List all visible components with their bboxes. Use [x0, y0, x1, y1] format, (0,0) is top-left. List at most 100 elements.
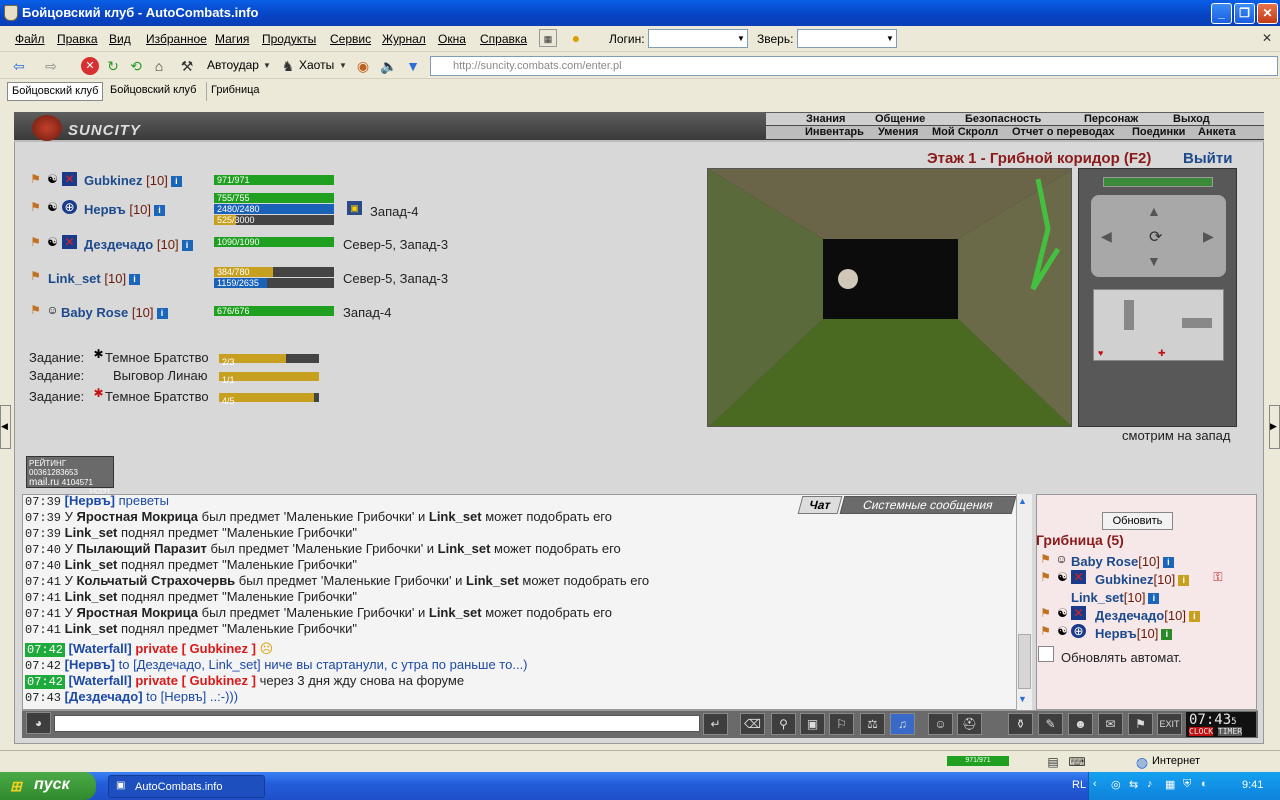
tray-volume-icon[interactable]: ♪	[1147, 778, 1153, 790]
room-user[interactable]: Дездечадо[10] i	[1095, 608, 1200, 623]
party-member-name[interactable]: Gubkinez [10] i	[84, 173, 182, 188]
taskbar-app[interactable]: ▣ AutoCombats.info	[108, 775, 265, 798]
refresh-button[interactable]: Обновить	[1102, 512, 1173, 530]
haoty-button[interactable]: Хаоты	[299, 58, 334, 72]
close-button[interactable]: ✕	[1257, 3, 1278, 24]
nav-security[interactable]: Безопасность	[965, 113, 1041, 125]
room-user[interactable]: Link_set[10] i	[1071, 590, 1160, 605]
eye-icon[interactable]: ◉	[354, 57, 372, 75]
walk-icon[interactable]: ⚐	[829, 713, 854, 735]
filter-icon[interactable]: ⚲	[771, 713, 796, 735]
tab-club[interactable]: Бойцовский клуб	[106, 82, 200, 101]
smile-icon[interactable]: ☺	[928, 713, 953, 735]
info-icon[interactable]: i	[181, 240, 193, 252]
minimize-button[interactable]: _	[1211, 3, 1232, 24]
quest-name[interactable]: Темное Братство	[105, 350, 209, 365]
helmet-icon[interactable]: ⛑	[957, 713, 982, 735]
sound-icon[interactable]: 🔈	[380, 57, 398, 75]
tray-app-icon[interactable]: ▦	[1165, 778, 1175, 791]
start-button[interactable]: ⊞ пуск	[0, 772, 96, 800]
party-member-name[interactable]: Baby Rose [10] i	[61, 305, 168, 320]
menu-file[interactable]: Файл	[15, 32, 45, 46]
tab-chat[interactable]: Чат	[797, 496, 843, 514]
bag-icon[interactable]: ⚱	[1008, 713, 1033, 735]
party-member-name[interactable]: Дездечадо [10] i	[84, 237, 193, 252]
scroll-down-icon[interactable]: ▼	[1018, 694, 1027, 704]
close-icon[interactable]: ✕	[1258, 29, 1276, 47]
info-icon[interactable]: i	[154, 205, 166, 217]
exit-link[interactable]: Выйти	[1183, 150, 1232, 167]
nav-transfers[interactable]: Отчет о переводах	[1012, 126, 1115, 138]
turn-right-icon[interactable]: ▶	[1203, 228, 1214, 245]
nav-skills[interactable]: Умения	[878, 126, 918, 138]
back-icon[interactable]: ⇦	[10, 57, 28, 75]
menu-journal[interactable]: Журнал	[382, 32, 426, 46]
flag-icon[interactable]: ⚑	[1128, 713, 1153, 735]
menu-favorites[interactable]: Избранное	[146, 32, 207, 46]
room-user[interactable]: Baby Rose[10] i	[1071, 554, 1174, 569]
filter-icon[interactable]: ▼	[404, 57, 422, 75]
scroll-icon[interactable]: ✎	[1038, 713, 1063, 735]
dungeon-view[interactable]	[707, 168, 1072, 427]
chat-author[interactable]: [Нервъ]	[65, 657, 115, 672]
room-user[interactable]: Нервъ[10] i	[1095, 626, 1173, 641]
exit-icon[interactable]: EXIT	[1157, 713, 1182, 735]
tab-gribnica[interactable]: Грибница	[206, 82, 264, 101]
chat-author[interactable]: [Waterfall]	[69, 673, 132, 688]
info-icon[interactable]: i	[170, 176, 182, 188]
maximize-button[interactable]: ❐	[1234, 3, 1255, 24]
save-icon[interactable]: ▣	[800, 713, 825, 735]
nav-inventory[interactable]: Инвентарь	[805, 126, 864, 138]
gift-icon[interactable]: ✉	[1098, 713, 1123, 735]
info-icon[interactable]: i	[1188, 611, 1200, 623]
info-icon[interactable]: i	[1148, 593, 1160, 605]
lang-indicator[interactable]: RL	[1072, 779, 1086, 791]
tray-shield-icon[interactable]: ⛨	[1183, 778, 1191, 791]
scroll-up-icon[interactable]: ▲	[1018, 496, 1027, 506]
info-icon[interactable]: i	[129, 274, 141, 286]
mask-icon[interactable]: ☻	[1068, 713, 1093, 735]
menu-edit[interactable]: Правка	[57, 32, 98, 46]
menu-service[interactable]: Сервис	[330, 32, 371, 46]
login-select[interactable]: ▼	[648, 29, 748, 48]
turn-left-icon[interactable]: ◀	[1101, 228, 1112, 245]
tray-messenger-icon[interactable]: ◎	[1111, 778, 1121, 791]
refresh-icon[interactable]: ⟳	[1149, 227, 1162, 247]
nav-communication[interactable]: Общение	[875, 113, 925, 125]
send-icon[interactable]: ↵	[703, 713, 728, 735]
tray-network-icon[interactable]: ⇆	[1129, 778, 1138, 791]
party-member-name[interactable]: Link_set [10] i	[48, 271, 141, 286]
menu-windows[interactable]: Окна	[438, 32, 466, 46]
bag-icon[interactable]: ▦	[539, 29, 557, 47]
autoudar-button[interactable]: Автоудар	[207, 58, 259, 72]
tools-icon[interactable]: ⚒	[178, 57, 196, 75]
nav-profile[interactable]: Анкета	[1198, 126, 1236, 138]
quest-name[interactable]: Темное Братство	[105, 389, 209, 404]
clear-icon[interactable]: ⌫	[740, 713, 765, 735]
nav-character[interactable]: Персонаж	[1084, 113, 1138, 125]
tab-club-active[interactable]: Бойцовский клуб	[7, 82, 104, 101]
forward-icon[interactable]: ⇨	[42, 57, 60, 75]
menu-view[interactable]: Вид	[109, 32, 131, 46]
arrow-down-icon[interactable]: ▼	[1147, 253, 1161, 269]
tray-expand-icon[interactable]: ‹	[1093, 778, 1097, 790]
bulb-icon[interactable]: ●	[567, 29, 585, 47]
menu-products[interactable]: Продукты	[262, 32, 316, 46]
home-icon[interactable]: ⌂	[150, 57, 168, 75]
room-user[interactable]: Gubkinez[10] i	[1095, 572, 1190, 587]
menu-help[interactable]: Справка	[480, 32, 527, 46]
tray-extra-icon[interactable]: ◐	[1201, 778, 1208, 790]
chat-author[interactable]: [Дездечадо]	[65, 689, 143, 704]
nav-duels[interactable]: Поединки	[1132, 126, 1185, 138]
info-icon[interactable]: i	[1161, 629, 1173, 641]
beast-select[interactable]: ▼	[797, 29, 897, 48]
stats-icon[interactable]: ⚖	[860, 713, 885, 735]
chat-input[interactable]	[54, 715, 700, 732]
music-icon[interactable]: ♫	[890, 713, 915, 735]
info-icon[interactable]: i	[1178, 575, 1190, 587]
direction-pad[interactable]: ▲ ▼ ◀ ▶ ⟳	[1091, 195, 1226, 277]
menu-magic[interactable]: Магия	[215, 32, 249, 46]
arrow-up-icon[interactable]: ▲	[1147, 203, 1161, 219]
sync-icon[interactable]: ⟲	[127, 57, 145, 75]
auto-refresh-checkbox[interactable]	[1038, 646, 1054, 662]
